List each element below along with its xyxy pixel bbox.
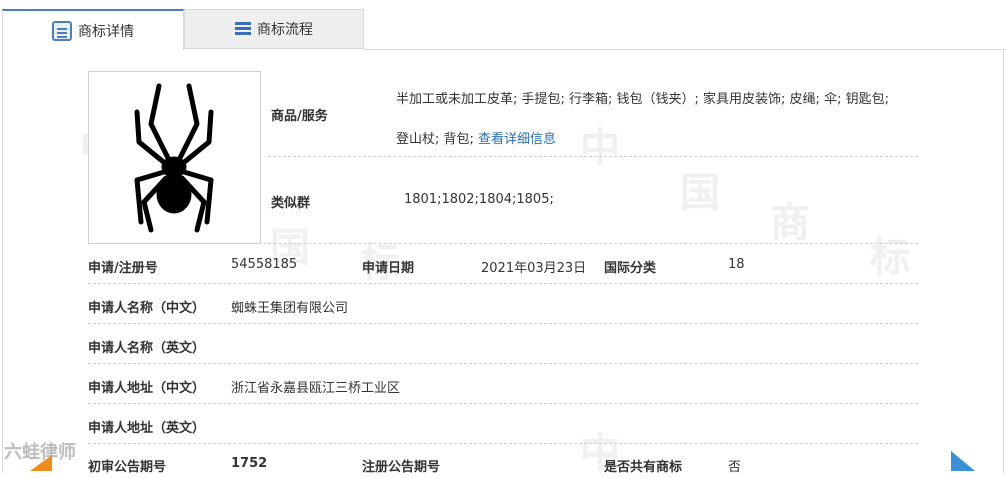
applicant-name-cn-label: 申请人名称（中文） (88, 301, 206, 316)
goods-line-1: 半加工或未加工皮革; 手提包; 行李箱; 钱包（钱夹）; 家具用皮装饰; 皮绳;… (396, 92, 889, 107)
tab-label: 商标详情 (78, 23, 134, 40)
divider (88, 243, 918, 244)
goods-line-2-text: 登山杖; 背包; (396, 132, 474, 147)
applicant-name-cn-value: 蜘蛛王集团有限公司 (231, 301, 349, 316)
trademark-logo-image (88, 71, 261, 244)
goods-line-2: 登山杖; 背包; 查看详细信息 (396, 120, 921, 160)
registration-announcement-label: 注册公告期号 (362, 460, 441, 475)
applicant-address-cn-label: 申请人地址（中文） (88, 381, 206, 396)
similar-group-value: 1801;1802;1804;1805; (404, 192, 554, 207)
registration-number-label: 申请/注册号 (88, 261, 158, 276)
tab-trademark-process[interactable]: 商标流程 (184, 9, 364, 49)
view-details-link[interactable]: 查看详细信息 (478, 132, 556, 147)
preliminary-announcement-value: 1752 (231, 456, 268, 471)
registration-number-value: 54558185 (231, 257, 298, 272)
divider (268, 156, 918, 157)
applicant-name-en-label: 申请人名称（英文） (88, 341, 206, 356)
application-date-value: 2021年03月23日 (481, 261, 587, 276)
list-icon (235, 22, 251, 36)
tab-label: 商标流程 (257, 22, 313, 38)
goods-services-label: 商品/服务 (271, 109, 328, 124)
goods-services-value: 半加工或未加工皮革; 手提包; 行李箱; 钱包（钱夹）; 家具用皮装饰; 皮绳;… (396, 80, 921, 160)
international-class-label: 国际分类 (604, 261, 657, 276)
document-icon (52, 20, 72, 41)
tab-bar: 商标详情 商标流程 (0, 0, 1006, 50)
prev-arrow-icon[interactable] (30, 455, 52, 471)
similar-group-label: 类似群 (271, 196, 311, 211)
divider (88, 323, 918, 324)
divider (88, 443, 918, 444)
applicant-address-en-label: 申请人地址（英文） (88, 421, 206, 436)
tab-trademark-details[interactable]: 商标详情 (2, 9, 184, 50)
shared-trademark-label: 是否共有商标 (604, 460, 683, 475)
divider (88, 403, 918, 404)
divider (88, 283, 918, 284)
international-class-value: 18 (728, 257, 745, 272)
spider-logo-icon (134, 83, 214, 233)
preliminary-announcement-label: 初审公告期号 (88, 460, 167, 475)
shared-trademark-value: 否 (728, 460, 742, 475)
next-arrow-icon[interactable] (951, 451, 975, 471)
divider (88, 363, 918, 364)
application-date-label: 申请日期 (362, 261, 415, 276)
applicant-address-cn-value: 浙江省永嘉县瓯江三桥工业区 (231, 381, 401, 396)
